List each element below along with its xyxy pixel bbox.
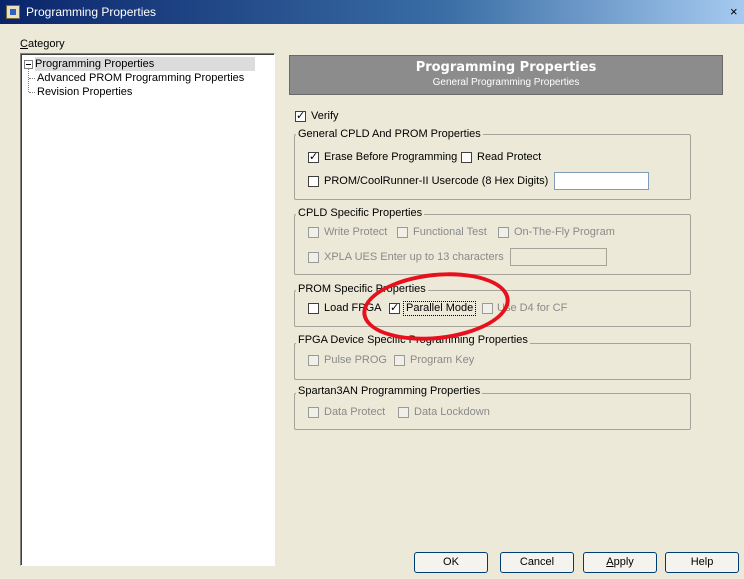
data-protect-checkbox[interactable]: [308, 407, 319, 418]
functional-test-label: Functional Test: [413, 226, 487, 238]
data-lockdown-label: Data Lockdown: [414, 406, 490, 418]
on-the-fly-label: On-The-Fly Program: [514, 226, 615, 238]
parallel-mode-label: Parallel Mode: [403, 301, 477, 316]
fpga-group-title: FPGA Device Specific Programming Propert…: [296, 334, 530, 347]
tree-item-advanced-prom[interactable]: Advanced PROM Programming Properties: [37, 71, 244, 85]
tree-connector: [29, 92, 35, 93]
ok-button[interactable]: OK: [414, 552, 488, 573]
verify-checkbox[interactable]: [295, 109, 306, 122]
general-group-title: General CPLD And PROM Properties: [296, 128, 483, 141]
help-button[interactable]: Help: [665, 552, 739, 573]
write-protect-label: Write Protect: [324, 226, 388, 238]
read-protect-label: Read Protect: [477, 151, 542, 163]
use-d4-label: Use D4 for CF: [497, 302, 568, 314]
functional-test-checkbox[interactable]: [397, 227, 408, 238]
prom-group-title: PROM Specific Properties: [296, 283, 428, 296]
programming-properties-dialog: Programming Properties × Category Progra…: [0, 0, 744, 579]
read-protect-checkbox[interactable]: [461, 152, 472, 163]
page-header: Programming Properties General Programmi…: [289, 55, 723, 95]
use-d4-checkbox[interactable]: [482, 303, 493, 314]
erase-label: Erase Before Programming: [324, 151, 458, 163]
xpla-ues-input[interactable]: [510, 248, 607, 266]
collapse-icon[interactable]: [24, 60, 33, 69]
write-protect-checkbox[interactable]: [308, 227, 319, 238]
app-icon: [6, 5, 20, 19]
general-properties-group: [294, 134, 691, 200]
category-label: Category: [20, 38, 65, 50]
window-title: Programming Properties: [26, 5, 157, 19]
xpla-ues-label: XPLA UES Enter up to 13 characters: [324, 251, 504, 263]
apply-button[interactable]: Apply: [583, 552, 657, 573]
cpld-properties-group: [294, 214, 691, 275]
pulse-prog-checkbox[interactable]: [308, 355, 319, 366]
tree-item-programming-properties[interactable]: Programming Properties: [35, 57, 255, 71]
cancel-button[interactable]: Cancel: [500, 552, 574, 573]
parallel-mode-checkbox[interactable]: [389, 301, 400, 314]
title-bar[interactable]: Programming Properties ×: [0, 0, 744, 24]
xpla-ues-checkbox[interactable]: [308, 252, 319, 263]
close-button[interactable]: ×: [730, 3, 744, 20]
on-the-fly-checkbox[interactable]: [498, 227, 509, 238]
verify-label: Verify: [311, 110, 339, 122]
load-fpga-label: Load FPGA: [324, 302, 382, 314]
data-protect-label: Data Protect: [324, 406, 386, 418]
pulse-prog-label: Pulse PROG: [324, 354, 387, 366]
page-title: Programming Properties: [415, 60, 597, 75]
usercode-label: PROM/CoolRunner-II Usercode (8 Hex Digit…: [324, 175, 549, 187]
category-tree[interactable]: Programming Properties Advanced PROM Pro…: [20, 53, 275, 566]
program-key-checkbox[interactable]: [394, 355, 405, 366]
data-lockdown-checkbox[interactable]: [398, 407, 409, 418]
tree-connector: [28, 69, 29, 92]
erase-checkbox[interactable]: [308, 150, 319, 163]
usercode-input[interactable]: [554, 172, 649, 190]
load-fpga-checkbox[interactable]: [308, 303, 319, 314]
page-subtitle: General Programming Properties: [432, 77, 580, 88]
usercode-checkbox[interactable]: [308, 176, 319, 187]
cpld-group-title: CPLD Specific Properties: [296, 207, 425, 220]
spartan-group-title: Spartan3AN Programming Properties: [296, 385, 483, 398]
program-key-label: Program Key: [410, 354, 475, 366]
tree-item-revision[interactable]: Revision Properties: [37, 85, 132, 99]
tree-connector: [29, 78, 35, 79]
